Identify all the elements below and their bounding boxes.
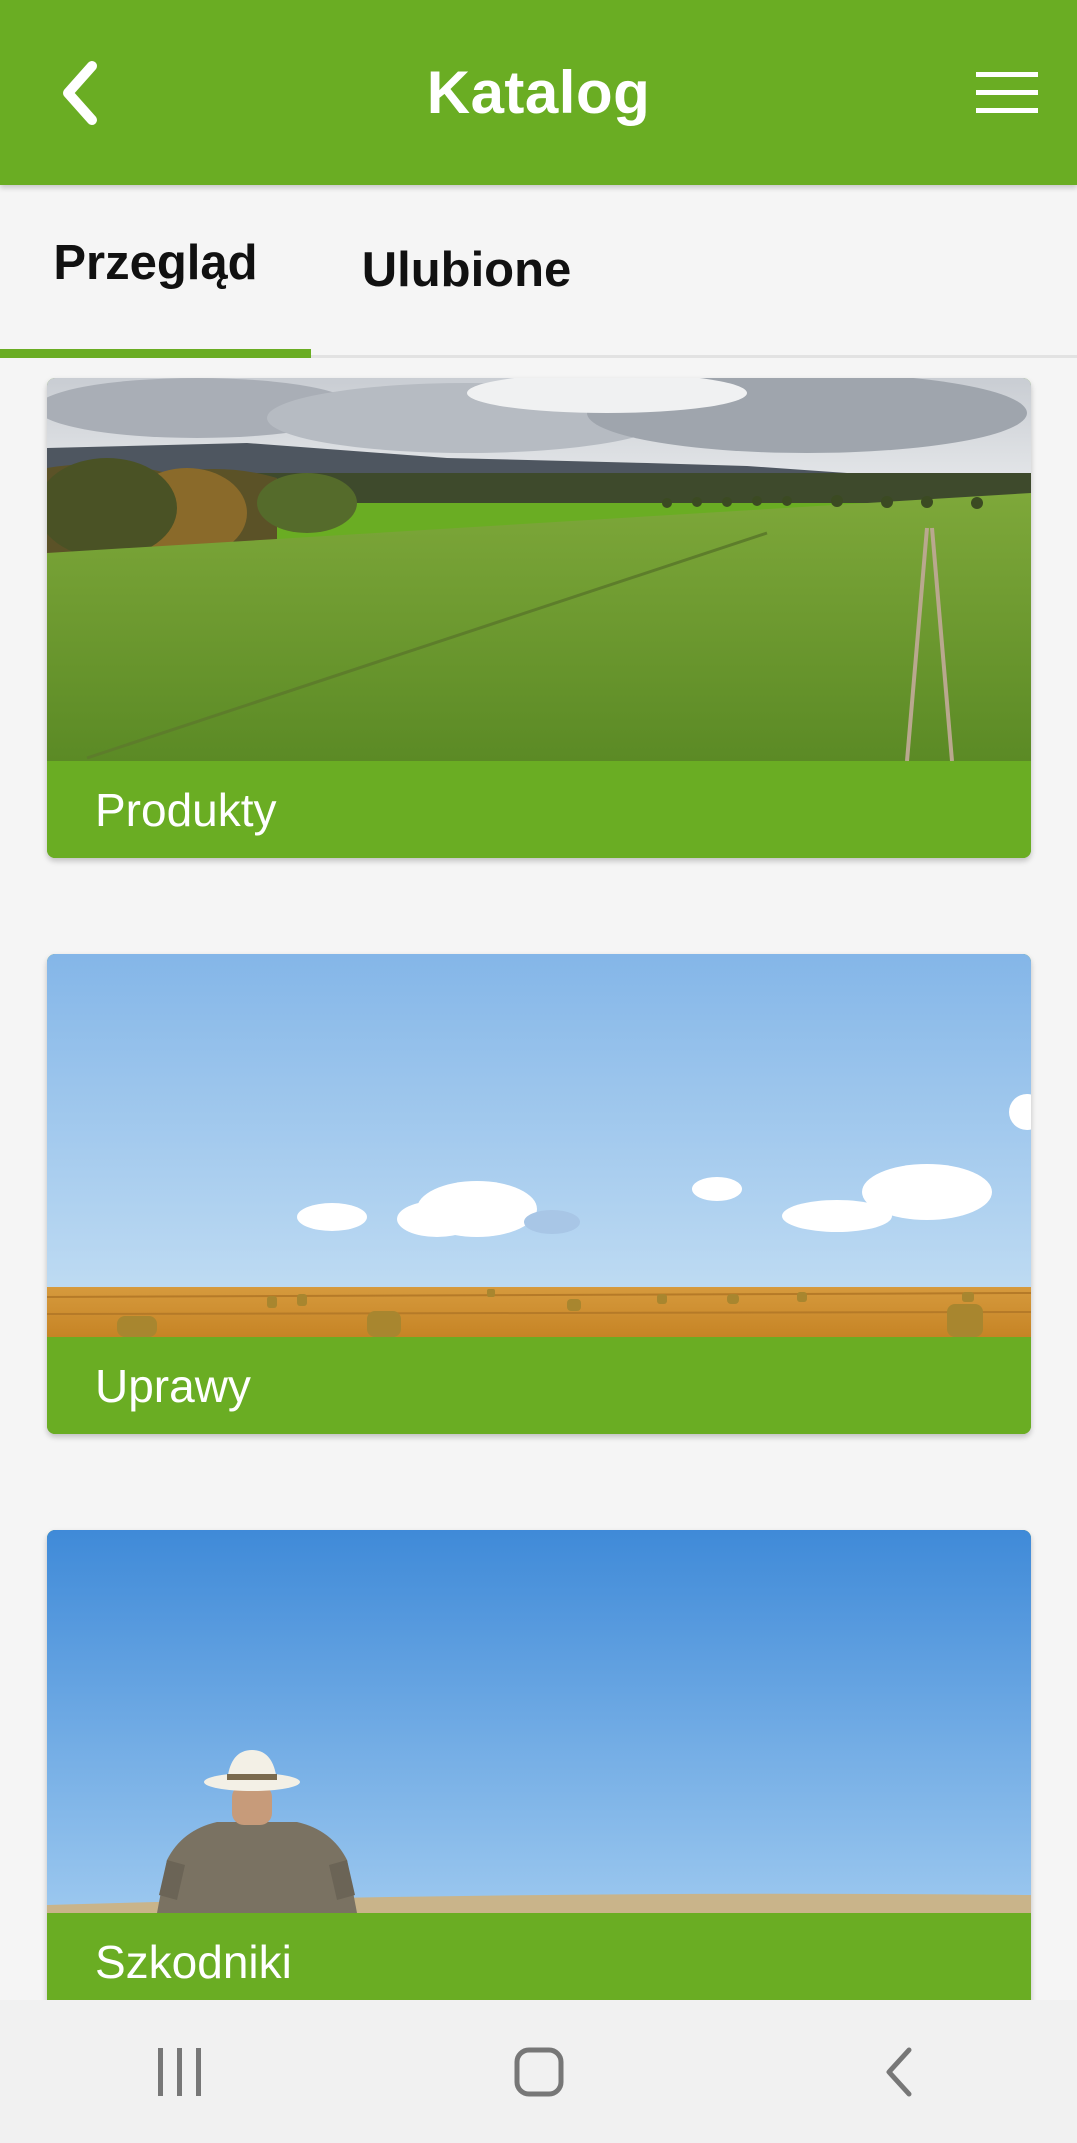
catalog-list[interactable]: Produkty Uprawy Szkodniki bbox=[0, 358, 1077, 2000]
system-back-button[interactable] bbox=[838, 2022, 958, 2122]
card-crops[interactable]: Uprawy bbox=[47, 954, 1031, 1434]
card-products-image bbox=[47, 378, 1031, 761]
menu-button[interactable] bbox=[967, 55, 1047, 130]
card-products[interactable]: Produkty bbox=[47, 378, 1031, 858]
chevron-left-icon bbox=[63, 60, 97, 125]
recent-apps-button[interactable] bbox=[120, 2022, 240, 2122]
tab-overview-label: Przegląd bbox=[53, 236, 258, 290]
tab-favorites-label: Ulubione bbox=[361, 243, 572, 297]
green-field-landscape-image bbox=[47, 378, 1031, 761]
hay-bales-field-image bbox=[47, 954, 1031, 1337]
recent-apps-icon bbox=[157, 2047, 201, 2096]
home-button[interactable] bbox=[479, 2022, 599, 2122]
top-app-bar: Katalog bbox=[0, 0, 1077, 185]
tab-overview[interactable]: Przegląd bbox=[0, 185, 311, 355]
app-screen: Katalog Przegląd Ulubione Produkty Upraw… bbox=[0, 0, 1077, 2143]
home-icon bbox=[514, 2047, 563, 2096]
tab-favorites[interactable]: Ulubione bbox=[311, 185, 622, 355]
tab-selected-indicator bbox=[0, 349, 311, 358]
system-nav-bar bbox=[0, 2000, 1077, 2143]
card-pests-label: Szkodniki bbox=[47, 1913, 1031, 2000]
hamburger-menu-icon bbox=[976, 71, 1038, 113]
card-products-label: Produkty bbox=[47, 761, 1031, 858]
card-pests[interactable]: Szkodniki bbox=[47, 1530, 1031, 2000]
card-pests-image bbox=[47, 1530, 1031, 1913]
back-button[interactable] bbox=[40, 50, 120, 135]
farmer-wheat-field-image bbox=[47, 1530, 1031, 1913]
back-icon bbox=[886, 2047, 911, 2096]
card-crops-image bbox=[47, 954, 1031, 1337]
card-crops-label: Uprawy bbox=[47, 1337, 1031, 1434]
tab-bar: Przegląd Ulubione bbox=[0, 185, 1077, 358]
page-title: Katalog bbox=[426, 59, 651, 126]
